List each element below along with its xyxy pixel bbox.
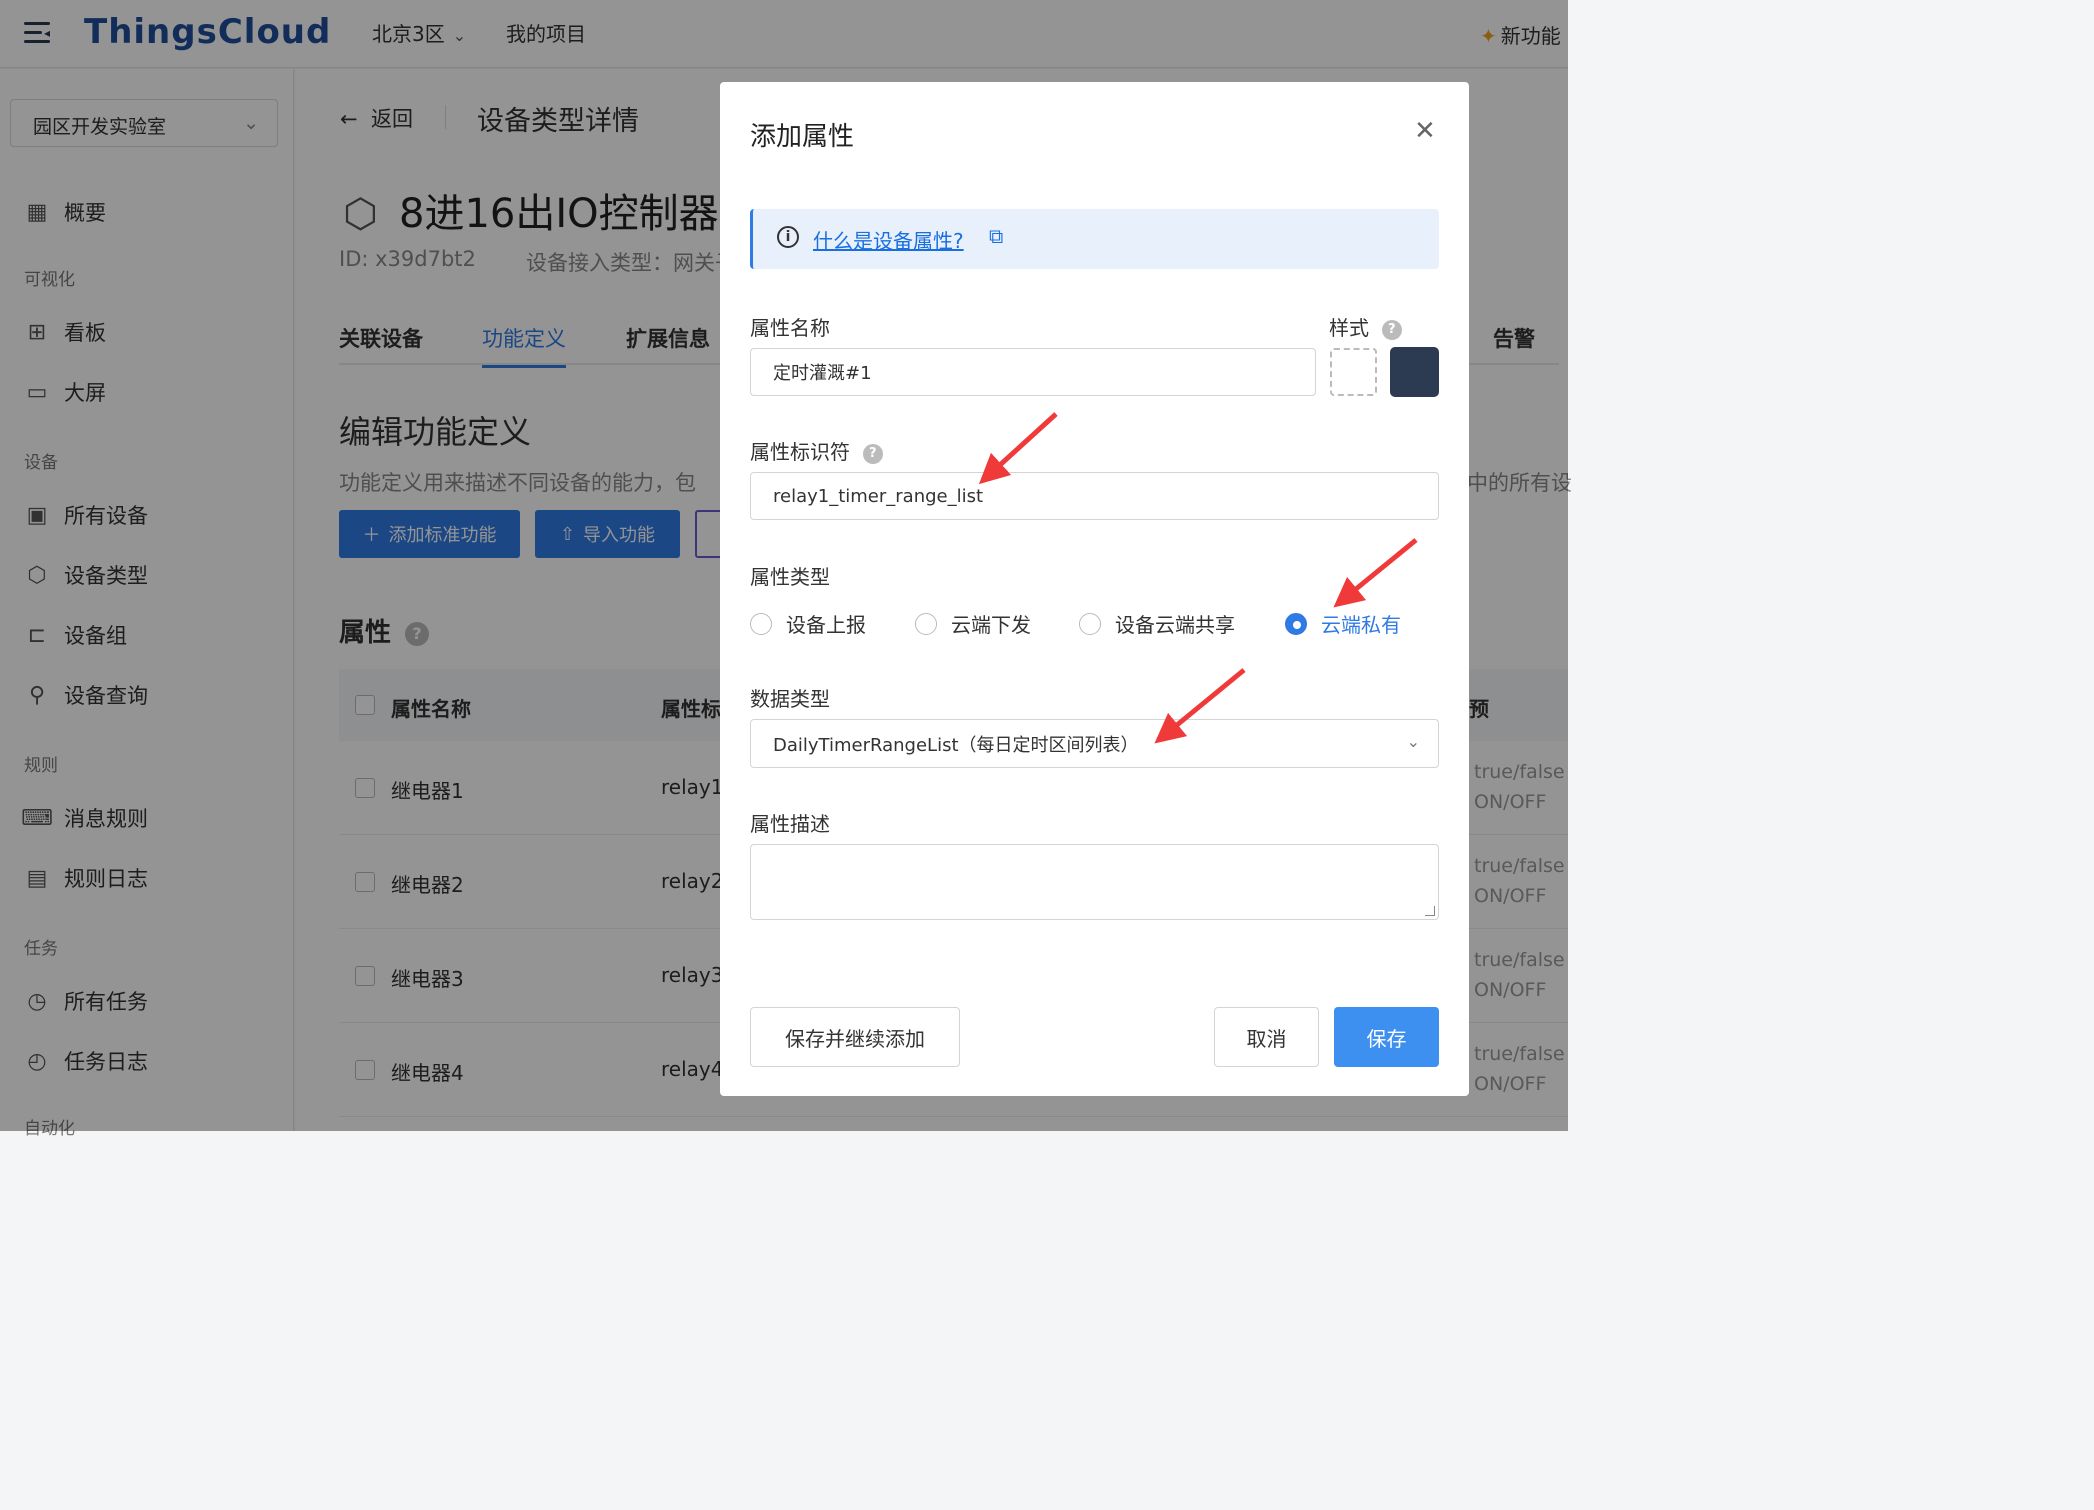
close-icon[interactable]: ✕ [1414, 116, 1436, 146]
dialog-title: 添加属性 [750, 122, 855, 152]
identifier-label-text: 属性标识符 [750, 440, 850, 464]
radio-label: 设备云端共享 [1115, 613, 1235, 637]
chevron-down-icon: ⌄ [1406, 732, 1420, 751]
style-none-swatch[interactable] [1330, 348, 1377, 396]
radio-cloud-private[interactable]: 云端私有 [1285, 609, 1401, 638]
property-name-label: 属性名称 [750, 316, 830, 340]
radio-device-report[interactable]: 设备上报 [750, 609, 866, 638]
help-icon[interactable]: ? [1381, 319, 1402, 340]
radio-cloud-send[interactable]: 云端下发 [915, 609, 1031, 638]
radio-device-cloud-shared[interactable]: 设备云端共享 [1079, 609, 1235, 638]
description-label: 属性描述 [750, 812, 830, 836]
radio-circle-selected [1285, 612, 1307, 635]
info-banner: i 什么是设备属性? ⧉ [750, 209, 1439, 269]
identifier-input[interactable]: relay1_timer_range_list [750, 472, 1439, 520]
property-type-label: 属性类型 [750, 565, 830, 589]
property-name-input[interactable]: 定时灌溉#1 [750, 348, 1316, 396]
info-icon: i [777, 226, 799, 248]
radio-label: 云端私有 [1321, 613, 1401, 637]
radio-label: 设备上报 [786, 613, 866, 637]
style-label-text: 样式 [1329, 316, 1369, 340]
style-label: 样式 ? [1329, 312, 1402, 341]
help-link[interactable]: 什么是设备属性? [813, 225, 964, 254]
radio-circle [1079, 612, 1101, 635]
data-type-value: DailyTimerRangeList（每日定时区间列表） [773, 734, 1139, 756]
radio-label: 云端下发 [951, 613, 1031, 637]
data-type-label: 数据类型 [750, 687, 830, 711]
save-button[interactable]: 保存 [1334, 1007, 1439, 1067]
description-textarea[interactable] [750, 844, 1439, 920]
cancel-button[interactable]: 取消 [1214, 1007, 1319, 1067]
resize-handle[interactable] [1425, 906, 1435, 916]
identifier-label: 属性标识符 ? [750, 436, 883, 465]
external-link-icon[interactable]: ⧉ [989, 224, 1003, 248]
help-icon[interactable]: ? [862, 443, 883, 464]
save-and-continue-button[interactable]: 保存并继续添加 [750, 1007, 960, 1067]
add-property-dialog: 添加属性 ✕ i 什么是设备属性? ⧉ 属性名称 样式 ? 定时灌溉#1 属性标… [720, 82, 1469, 1096]
style-color-swatch[interactable] [1390, 347, 1439, 397]
radio-circle [750, 612, 772, 635]
radio-circle [915, 612, 937, 635]
data-type-select[interactable]: DailyTimerRangeList（每日定时区间列表） ⌄ [750, 719, 1439, 768]
